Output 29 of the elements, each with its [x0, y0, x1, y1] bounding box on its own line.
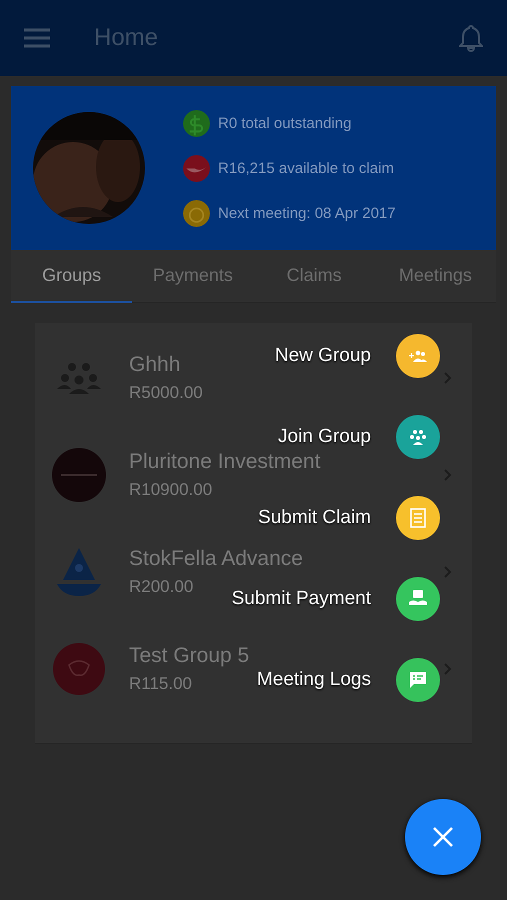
tab[interactable]: Meetings — [374, 250, 496, 303]
close-button[interactable] — [405, 799, 481, 875]
group-name[interactable]: Test Group 5 — [129, 644, 250, 668]
close-icon — [432, 826, 454, 848]
logo-icon — [51, 640, 107, 696]
add-group-icon — [408, 349, 428, 363]
menu-label[interactable]: Meeting Logs — [256, 669, 371, 691]
group-icon — [408, 429, 428, 445]
tab[interactable]: Claims — [254, 250, 375, 303]
group-amount: R200.00 — [129, 576, 194, 596]
group-name[interactable]: StokFella Advance — [129, 546, 303, 570]
tab[interactable]: Groups — [11, 250, 132, 303]
group-amount: R10900.00 — [129, 480, 212, 500]
group-name[interactable]: Ghhh — [129, 352, 180, 376]
tab[interactable]: Payments — [132, 250, 254, 303]
summary-text: R16,215 available to claim — [218, 160, 394, 176]
page-title: Home — [94, 24, 160, 52]
summary-text: R0 total outstanding — [218, 114, 352, 132]
menu-label[interactable]: Submit Claim — [258, 507, 371, 529]
menu-label[interactable]: New Group — [274, 345, 371, 367]
document-icon — [410, 508, 426, 528]
summary-text: Next meeting: 08 Apr 2017 — [218, 204, 396, 222]
chat-icon — [408, 670, 428, 690]
menu-label[interactable]: Submit Payment — [232, 588, 371, 610]
group-name[interactable]: Pluritone Investment — [129, 450, 320, 474]
group-amount: R5000.00 — [129, 382, 203, 402]
group-amount: R115.00 — [129, 674, 192, 694]
menu-label[interactable]: Join Group — [278, 426, 371, 448]
logo-icon — [51, 446, 107, 502]
